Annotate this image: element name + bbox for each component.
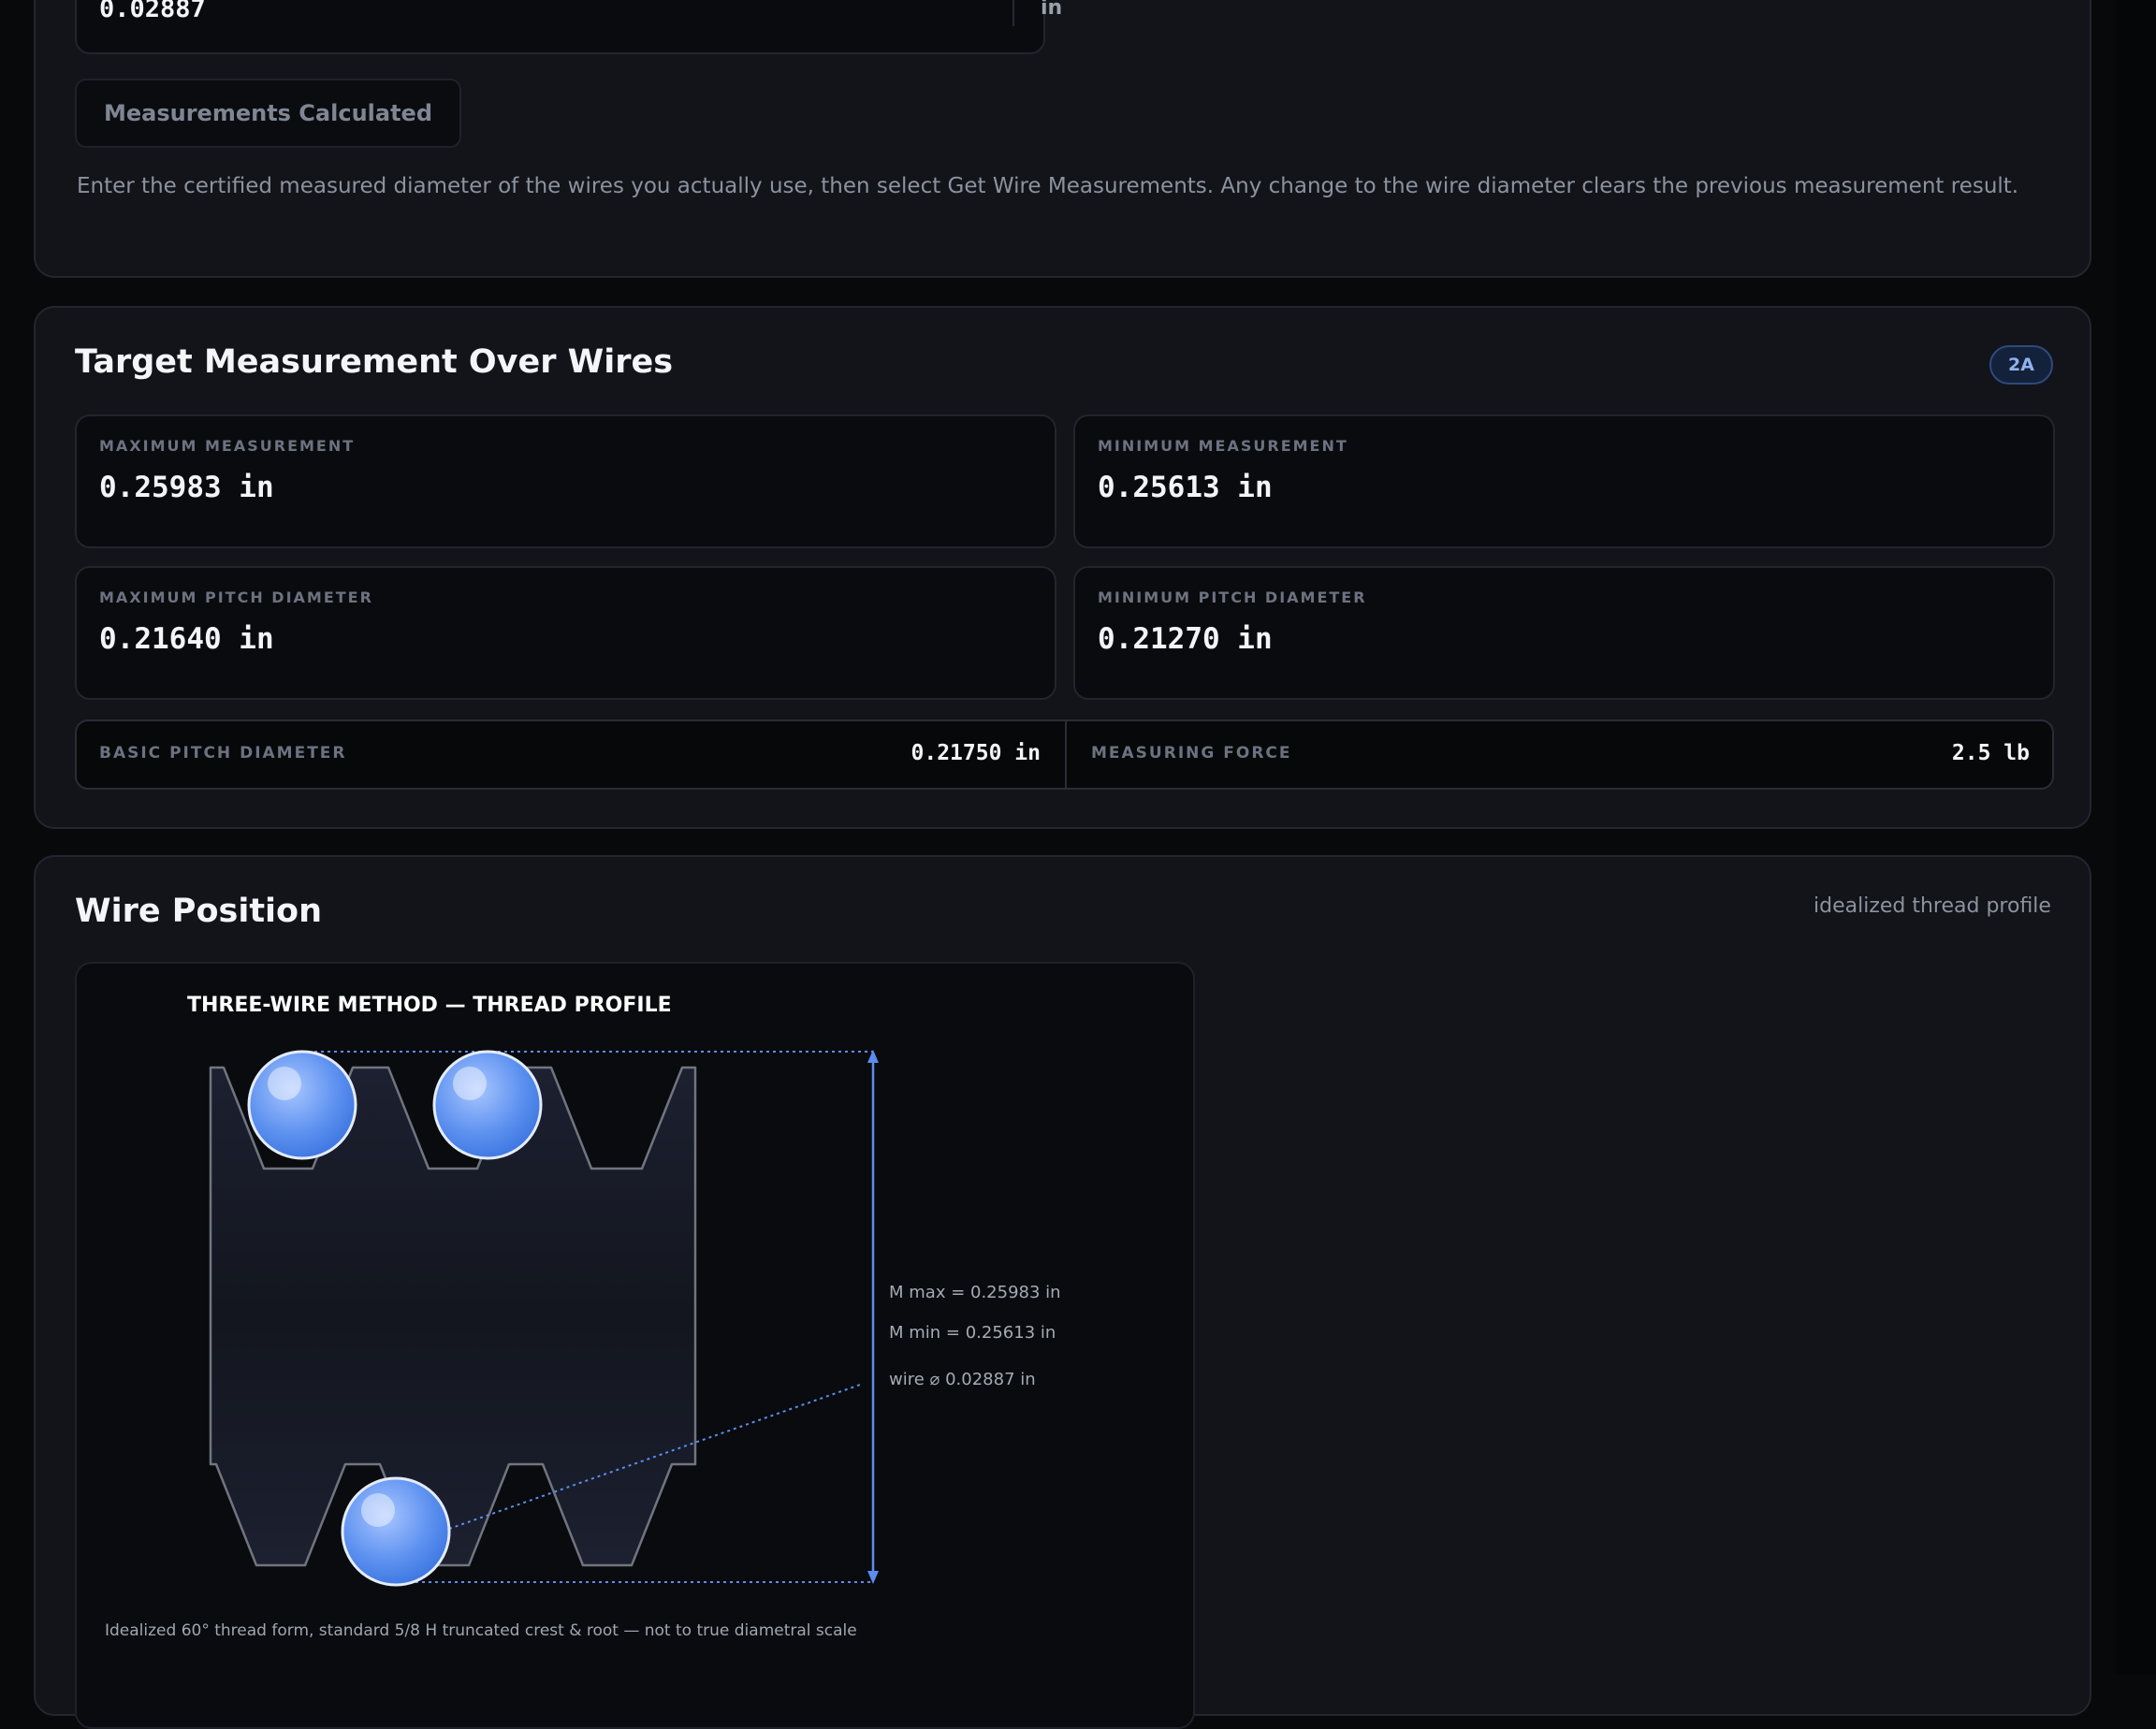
wire-position-title: Wire Position — [75, 893, 323, 930]
get-wire-measurements-button[interactable]: Measurements Calculated — [75, 79, 461, 148]
reference-values-row: BASIC PITCH DIAMETER 0.21750 in MEASURIN… — [75, 719, 2054, 790]
wire-top-left — [247, 1050, 357, 1160]
wire-top-right — [432, 1050, 543, 1160]
target-measurement-title: Target Measurement Over Wires — [75, 343, 674, 381]
wire-diameter-annotation: wire ⌀ 0.02887 in — [889, 1370, 1036, 1389]
m-min-annotation: M min = 0.25613 in — [889, 1323, 1056, 1343]
max-pitch-diameter-value: 0.21640 in — [99, 622, 274, 656]
min-pitch-diameter-label: MINIMUM PITCH DIAMETER — [1098, 588, 1367, 606]
wire-position-card: Wire Position idealized thread profile T… — [34, 855, 2091, 1729]
page-right-rail — [2115, 0, 2156, 1675]
basic-pitch-diameter-value: 0.21750 in — [910, 741, 1041, 765]
unit-divider — [1012, 0, 1014, 26]
min-measurement-label: MINIMUM MEASUREMENT — [1098, 437, 1348, 455]
max-pitch-diameter-label: MAXIMUM PITCH DIAMETER — [99, 588, 373, 606]
wire-bottom — [341, 1476, 451, 1587]
max-pitch-diameter-tile: MAXIMUM PITCH DIAMETER 0.21640 in — [75, 566, 1056, 700]
measuring-force-label: MEASURING FORCE — [1091, 744, 1292, 763]
profile-note: idealized thread profile — [1814, 894, 2051, 918]
diagram-caption: Idealized 60° thread form, standard 5/8 … — [105, 1621, 857, 1640]
wire-diameter-card: 0.02887 in Measurements Calculated Enter… — [34, 0, 2091, 278]
min-measurement-tile: MINIMUM MEASUREMENT 0.25613 in — [1073, 414, 2055, 548]
wire-diameter-value[interactable]: 0.02887 — [99, 0, 206, 23]
wire-diameter-field[interactable]: 0.02887 in — [75, 0, 1062, 54]
min-pitch-diameter-tile: MINIMUM PITCH DIAMETER 0.21270 in — [1073, 566, 2055, 700]
thread-class-badge: 2A — [1989, 345, 2053, 385]
m-max-annotation: M max = 0.25983 in — [889, 1283, 1061, 1302]
dimension-arrow-up-icon — [867, 1050, 879, 1063]
wire-diameter-help-text: Enter the certified measured diameter of… — [77, 174, 2019, 198]
diagram-title: THREE-WIRE METHOD — THREAD PROFILE — [187, 994, 672, 1017]
thread-profile-diagram: THREE-WIRE METHOD — THREAD PROFILE M max… — [75, 962, 1195, 1729]
basic-pitch-diameter-label: BASIC PITCH DIAMETER — [99, 744, 347, 763]
measuring-force-value: 2.5 lb — [1951, 741, 2030, 765]
max-measurement-tile: MAXIMUM MEASUREMENT 0.25983 in — [75, 414, 1056, 548]
wire-diameter-unit: in — [1041, 0, 1063, 20]
min-measurement-value: 0.25613 in — [1098, 471, 1273, 504]
min-pitch-diameter-value: 0.21270 in — [1098, 622, 1273, 656]
max-measurement-value: 0.25983 in — [99, 471, 274, 504]
target-measurement-card: Target Measurement Over Wires 2A MAXIMUM… — [34, 306, 2091, 829]
max-measurement-label: MAXIMUM MEASUREMENT — [99, 437, 356, 455]
thread-profile-svg: THREE-WIRE METHOD — THREAD PROFILE M max… — [105, 994, 1061, 1640]
reference-row-divider — [1065, 721, 1067, 788]
